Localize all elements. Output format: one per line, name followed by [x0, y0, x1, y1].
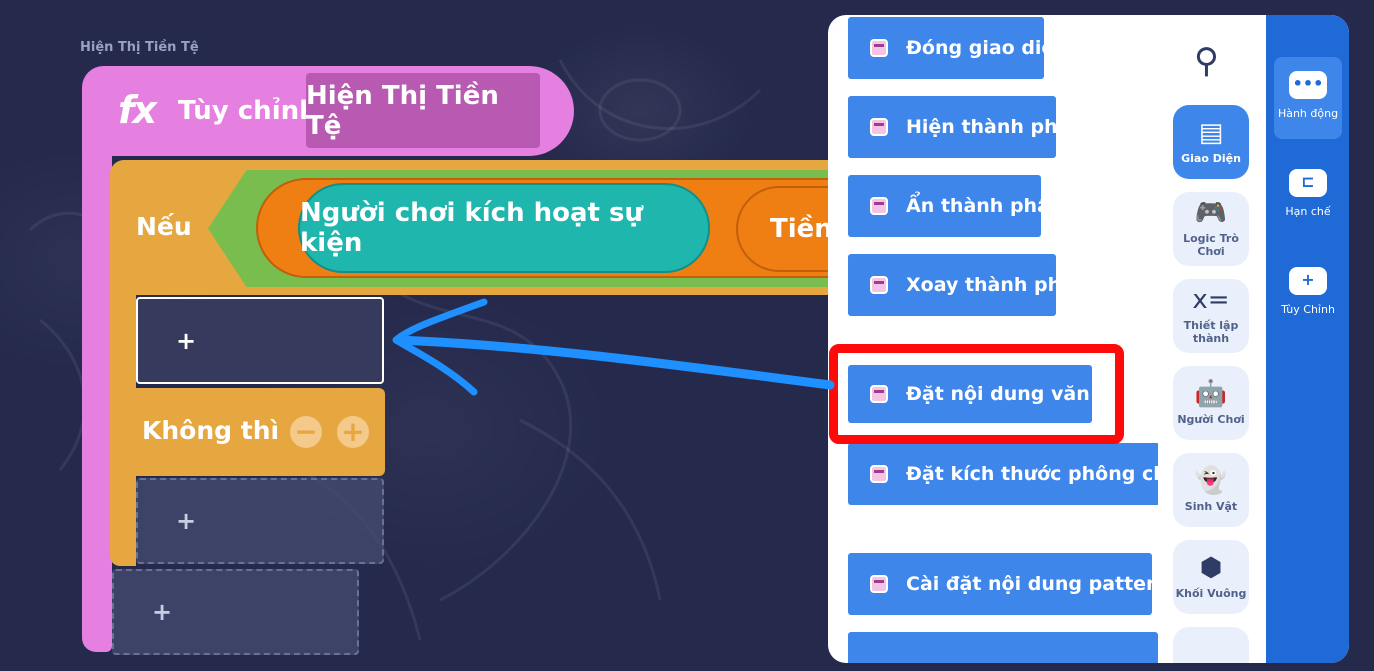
block-label: Cài đặt nội dung pattern\nút	[906, 573, 1152, 595]
category-creature[interactable]: 👻 Sinh Vật	[1173, 453, 1249, 527]
highlight-box	[829, 344, 1124, 444]
search-icon[interactable]: ⚲	[1194, 41, 1219, 81]
tab-custom[interactable]: + Tùy Chỉnh	[1274, 253, 1342, 335]
cube-icon: ⬢	[1199, 552, 1223, 583]
block-set-pattern-button[interactable]: Cài đặt nội dung pattern\nút	[848, 553, 1152, 615]
ui-block-icon	[870, 575, 888, 593]
bracket-icon: ⊏	[1289, 169, 1327, 197]
gamepad-icon: 🎮	[1194, 198, 1228, 228]
ui-block-icon	[870, 465, 888, 483]
block-set-font-size[interactable]: Đặt kích thước phông chữ văn b	[848, 443, 1158, 505]
window-icon: ▤	[1198, 117, 1224, 148]
tab-label: Hạn chế	[1285, 205, 1331, 218]
cloud-plus-icon: +	[1289, 267, 1327, 295]
remove-branch-button[interactable]: −	[290, 416, 322, 448]
tab-label: Tùy Chỉnh	[1281, 303, 1335, 316]
category-label: Người Chơi	[1177, 412, 1245, 426]
ui-block-icon	[870, 197, 888, 215]
block-palette-panel: Đóng giao diện Hiện thành phần Ẩn thành …	[828, 15, 1349, 663]
else-label: Không thì	[142, 416, 280, 445]
ui-block-icon	[870, 276, 888, 294]
category-ui[interactable]: ▤ Giao Diện	[1173, 105, 1249, 179]
formula-icon: x=	[1192, 285, 1230, 315]
category-player[interactable]: 🤖 Người Chơi	[1173, 366, 1249, 440]
if-label: Nếu	[136, 212, 192, 241]
function-caption: Hiện Thị Tiền Tệ	[80, 40, 199, 55]
category-label: Logic Trò Chơi	[1183, 232, 1239, 258]
side-tab-column: ••• Hành động ⊏ Hạn chế + Tùy Chỉnh	[1266, 15, 1349, 663]
category-partial[interactable]	[1173, 627, 1249, 663]
ui-block-icon	[870, 39, 888, 57]
tab-restrictions[interactable]: ⊏ Hạn chế	[1274, 155, 1342, 237]
category-game-logic[interactable]: 🎮 Logic Trò Chơi	[1173, 192, 1249, 266]
fx-icon: fx	[118, 88, 157, 132]
block-close-ui[interactable]: Đóng giao diện	[848, 17, 1044, 79]
ghost-icon: 👻	[1194, 465, 1228, 496]
block-partial[interactable]	[848, 632, 1158, 663]
block-label: Đặt kích thước phông chữ văn b	[906, 463, 1158, 485]
block-list: Đóng giao diện Hiện thành phần Ẩn thành …	[828, 15, 1158, 663]
condition-event-block[interactable]: Người chơi kích hoạt sự kiện	[298, 183, 710, 273]
then-drop-slot[interactable]: +	[136, 297, 384, 384]
function-name-field[interactable]: Hiện Thị Tiền Tệ	[306, 73, 540, 148]
block-label: Đóng giao diện	[906, 37, 1044, 59]
function-block-spine	[82, 130, 112, 652]
category-settings[interactable]: x= Thiết lập thành	[1173, 279, 1249, 353]
after-drop-slot[interactable]: +	[112, 569, 359, 655]
category-label: Sinh Vật	[1184, 499, 1238, 513]
category-label: Thiết lập thành	[1183, 319, 1239, 345]
block-label: Xoay thành phần	[906, 274, 1056, 296]
block-rotate-element[interactable]: Xoay thành phần	[848, 254, 1056, 316]
block-hide-element[interactable]: Ẩn thành phần	[848, 175, 1041, 237]
block-label: Ẩn thành phần	[906, 195, 1041, 217]
tab-label: Hành động	[1277, 107, 1339, 120]
function-type-label: Tùy chỉnh	[178, 96, 318, 126]
add-branch-button[interactable]: +	[337, 416, 369, 448]
category-label: Giao Diện	[1181, 151, 1241, 165]
tab-actions[interactable]: ••• Hành động	[1274, 57, 1342, 139]
else-drop-slot[interactable]: +	[136, 478, 384, 564]
category-column: ⚲ ▤ Giao Diện 🎮 Logic Trò Chơi x= Thiết …	[1158, 15, 1266, 663]
block-show-element[interactable]: Hiện thành phần	[848, 96, 1056, 158]
category-label: Khối Vuông	[1175, 586, 1247, 600]
block-label: Hiện thành phần	[906, 116, 1056, 138]
robot-icon: 🤖	[1194, 378, 1228, 409]
chat-dots-icon: •••	[1289, 71, 1327, 99]
category-block[interactable]: ⬢ Khối Vuông	[1173, 540, 1249, 614]
ui-block-icon	[870, 118, 888, 136]
